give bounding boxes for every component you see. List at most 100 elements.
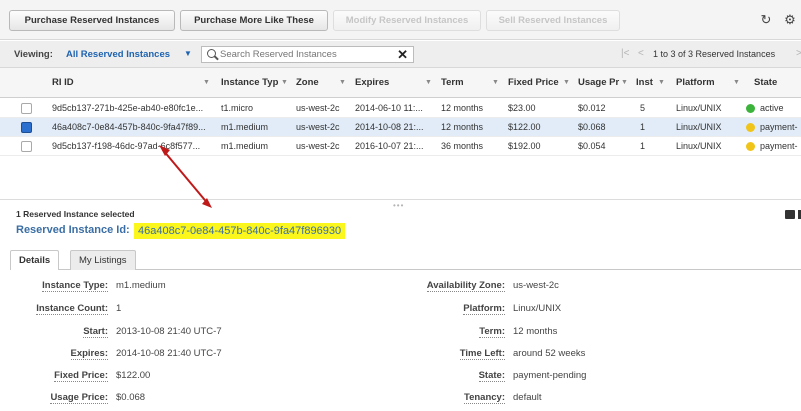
cell-platform: Linux/UNIX (676, 141, 722, 151)
column-header-ri-id[interactable]: RI ID (52, 68, 192, 98)
detail-label-usage-price: Usage Price: (50, 392, 108, 404)
toolbar: Purchase Reserved Instances Purchase Mor… (0, 0, 801, 40)
detail-value-start: 2013-10-08 21:40 UTC-7 (116, 326, 222, 337)
sort-caret-icon[interactable]: ▼ (425, 68, 432, 98)
viewing-filter-dropdown[interactable]: All Reserved Instances (66, 49, 170, 60)
detail-tabs: Details My Listings (10, 250, 801, 271)
sort-caret-icon[interactable]: ▼ (658, 68, 665, 98)
filter-bar: Viewing: All Reserved Instances ▼ ✕ |< <… (0, 41, 801, 68)
sort-caret-icon[interactable]: ▼ (733, 68, 740, 98)
detail-value-fixed-price: $122.00 (116, 370, 151, 381)
reserved-instance-id-value: 46a408c7-0e84-457b-840c-9fa47f896930 (134, 223, 346, 239)
resize-handle-icon[interactable]: ••• (393, 201, 404, 210)
viewing-label: Viewing: (14, 49, 53, 60)
column-header-usage-price[interactable]: Usage Pr (578, 68, 620, 98)
selection-count: 1 Reserved Instance selected (16, 209, 135, 219)
column-header-term[interactable]: Term (441, 68, 486, 98)
status-dot-icon (746, 104, 755, 113)
refresh-icon[interactable]: ↻ (759, 13, 773, 27)
cell-fixed-price: $122.00 (508, 122, 541, 132)
cell-instance-type: m1.medium (221, 141, 269, 151)
cell-usage-price: $0.012 (578, 103, 606, 113)
detail-label-platform: Platform: (463, 303, 505, 315)
row-checkbox[interactable] (21, 141, 32, 152)
column-header-instance-count[interactable]: Inst (636, 68, 658, 98)
sell-reserved-instances-button[interactable]: Sell Reserved Instances (486, 10, 620, 31)
cell-instance-count: 5 (640, 103, 646, 113)
column-header-expires[interactable]: Expires (355, 68, 415, 98)
status-dot-icon (746, 123, 755, 132)
pagination-text: 1 to 3 of 3 Reserved Instances (653, 49, 776, 59)
sort-caret-icon[interactable]: ▼ (339, 68, 346, 98)
detail-label-term: Term: (479, 326, 505, 338)
detail-label-tenancy: Tenancy: (463, 392, 505, 404)
cell-term: 12 months (441, 103, 484, 113)
row-checkbox[interactable] (21, 103, 32, 114)
cell-zone: us-west-2c (296, 122, 340, 132)
detail-value-tenancy: default (513, 392, 542, 403)
cell-ri-id: 9d5cb137-f198-46dc-97ad-6c8f577... (52, 141, 201, 151)
table-divider (0, 199, 801, 200)
column-header-state[interactable]: State (754, 68, 794, 98)
detail-label-instance-count: Instance Count: (36, 303, 108, 315)
purchase-reserved-instances-button[interactable]: Purchase Reserved Instances (9, 10, 175, 31)
cell-instance-count: 1 (640, 122, 646, 132)
cell-ri-id: 46a408c7-0e84-457b-840c-9fa47f89... (52, 122, 206, 132)
sort-caret-icon[interactable]: ▼ (621, 68, 628, 98)
clear-search-icon[interactable]: ✕ (397, 47, 408, 62)
search-icon (207, 49, 216, 58)
purchase-more-like-these-button[interactable]: Purchase More Like These (180, 10, 328, 31)
column-header-instance-type[interactable]: Instance Typ (221, 68, 279, 98)
detail-label-expires: Expires: (70, 348, 108, 360)
cell-platform: Linux/UNIX (676, 122, 722, 132)
first-page-icon[interactable]: |< (621, 48, 629, 59)
modify-reserved-instances-button[interactable]: Modify Reserved Instances (333, 10, 481, 31)
detail-value-expires: 2014-10-08 21:40 UTC-7 (116, 348, 222, 359)
table-header: RI ID ▼ Instance Typ ▼ Zone ▼ Expires ▼ … (0, 68, 801, 98)
cell-fixed-price: $192.00 (508, 141, 541, 151)
detail-label-availability-zone: Availability Zone: (426, 280, 505, 292)
status-dot-icon (746, 142, 755, 151)
table-row[interactable]: 46a408c7-0e84-457b-840c-9fa47f89... m1.m… (0, 118, 801, 137)
row-checkbox[interactable] (21, 122, 32, 133)
pane-layout-icon[interactable] (785, 210, 795, 219)
cell-instance-count: 1 (640, 141, 646, 151)
detail-label-time-left: Time Left: (459, 348, 505, 360)
sort-caret-icon[interactable]: ▼ (203, 68, 210, 98)
detail-value-term: 12 months (513, 326, 558, 337)
cell-zone: us-west-2c (296, 141, 340, 151)
detail-label-instance-type: Instance Type: (42, 280, 108, 292)
search-input[interactable] (220, 48, 392, 61)
chevron-down-icon[interactable]: ▼ (184, 49, 192, 58)
cell-state: payment- (760, 122, 798, 132)
table-row[interactable]: 9d5cb137-f198-46dc-97ad-6c8f577... m1.me… (0, 137, 801, 156)
cell-state: payment- (760, 141, 798, 151)
cell-expires: 2014-10-08 21:... (355, 122, 424, 132)
detail-panel (10, 270, 801, 411)
tab-my-listings[interactable]: My Listings (70, 250, 136, 270)
cell-term: 12 months (441, 122, 484, 132)
detail-value-time-left: around 52 weeks (513, 348, 586, 359)
column-header-platform[interactable]: Platform (676, 68, 724, 98)
table-row[interactable]: 9d5cb137-271b-425e-ab40-e80fc1e... t1.mi… (0, 99, 801, 118)
detail-value-instance-type: m1.medium (116, 280, 166, 291)
column-header-zone[interactable]: Zone (296, 68, 336, 98)
search-box[interactable]: ✕ (201, 46, 414, 63)
sort-caret-icon[interactable]: ▼ (492, 68, 499, 98)
sort-caret-icon[interactable]: ▼ (281, 68, 288, 98)
cell-usage-price: $0.068 (578, 122, 606, 132)
detail-value-availability-zone: us-west-2c (513, 280, 559, 291)
gear-icon[interactable]: ⚙ (783, 13, 797, 27)
cell-fixed-price: $23.00 (508, 103, 536, 113)
tab-details[interactable]: Details (10, 250, 60, 271)
cell-expires: 2016-10-07 21:... (355, 141, 424, 151)
cell-ri-id: 9d5cb137-271b-425e-ab40-e80fc1e... (52, 103, 204, 113)
next-page-icon[interactable]: > (796, 48, 801, 59)
cell-zone: us-west-2c (296, 103, 340, 113)
column-header-fixed-price[interactable]: Fixed Price (508, 68, 560, 98)
sort-caret-icon[interactable]: ▼ (563, 68, 570, 98)
cell-usage-price: $0.054 (578, 141, 606, 151)
previous-page-icon[interactable]: < (638, 48, 644, 59)
detail-value-state: payment-pending (513, 370, 587, 381)
table-body: 9d5cb137-271b-425e-ab40-e80fc1e... t1.mi… (0, 99, 801, 199)
